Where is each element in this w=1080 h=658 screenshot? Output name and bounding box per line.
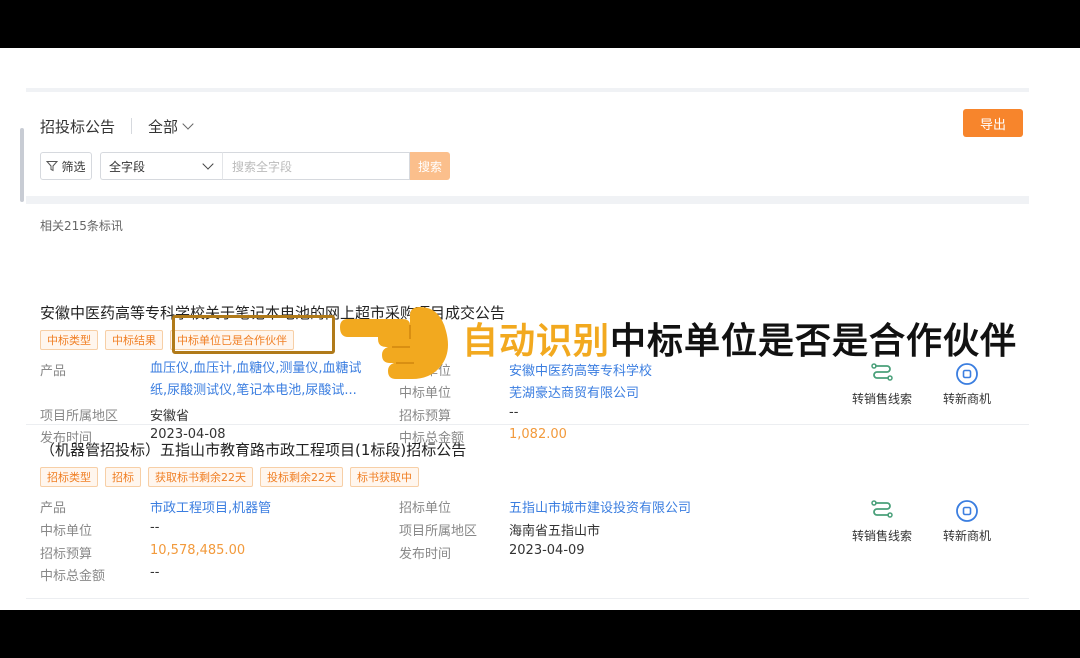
section-divider <box>26 196 1029 204</box>
page-title: 招投标公告 <box>40 117 116 136</box>
to-sales-lead-button[interactable]: 转销售线索 <box>852 499 912 544</box>
region-value: 海南省五指山市 <box>509 524 601 539</box>
publish-value: 2023-04-09 <box>509 543 585 558</box>
region-label: 项目所属地区 <box>399 524 478 539</box>
screen: 招投标公告 全部 导出 筛选 全字段 搜索全字段 搜索 相关215条标讯 安徽中… <box>0 48 1080 610</box>
lead-flow-icon <box>871 500 893 518</box>
region-label: 项目所属地区 <box>40 409 119 424</box>
to-opportunity-label: 转新商机 <box>943 392 992 406</box>
overlay-caption: 自动识别中标单位是否是合作伙伴 <box>462 312 1017 364</box>
tender-item-partial <box>26 598 1029 599</box>
tag: 标书获取中 <box>350 467 419 487</box>
tag: 招标类型 <box>40 467 98 487</box>
highlight-frame <box>172 315 335 354</box>
opportunity-icon <box>956 363 978 385</box>
caption-highlight: 自动识别 <box>462 321 611 362</box>
tender-item: （机器管招投标）五指山市教育路市政工程项目(1标段)招标公告 招标类型 招标 获… <box>26 424 1029 584</box>
amount-value: -- <box>150 565 160 580</box>
publish-label: 发布时间 <box>399 547 452 562</box>
region-value: 安徽省 <box>150 409 190 424</box>
scope-dropdown[interactable]: 全部 <box>148 116 194 137</box>
tag: 招标 <box>105 467 141 487</box>
chevron-down-icon <box>182 118 194 130</box>
filter-label: 筛选 <box>61 159 86 174</box>
search-button[interactable]: 搜索 <box>410 152 450 180</box>
budget-label: 招标预算 <box>399 409 452 424</box>
winner-value[interactable]: 芜湖豪达商贸有限公司 <box>509 382 639 401</box>
field-select[interactable]: 全字段 <box>100 152 222 180</box>
pointing-hand-icon <box>340 307 448 379</box>
sidebar-scroll-edge <box>20 128 24 202</box>
header-divider <box>131 118 133 134</box>
tag: 获取标书剩余22天 <box>148 467 253 487</box>
scope-label: 全部 <box>148 117 179 136</box>
result-count: 相关215条标讯 <box>40 219 123 233</box>
filter-bar: 筛选 全字段 搜索全字段 搜索 <box>40 152 450 180</box>
winner-label: 中标单位 <box>399 386 452 401</box>
lead-flow-icon <box>871 363 893 381</box>
product-line[interactable]: 纸,尿酸测试仪,笔记本电池,尿酸试... <box>150 380 378 402</box>
tag-list: 招标类型 招标 获取标书剩余22天 投标剩余22天 标书获取中 <box>40 467 419 487</box>
tag: 中标结果 <box>105 330 163 350</box>
tag: 中标类型 <box>40 330 98 350</box>
product-value[interactable]: 市政工程项目,机器管 <box>150 497 271 516</box>
to-opportunity-label: 转新商机 <box>943 529 992 543</box>
tenderer-value[interactable]: 五指山市城市建设投资有限公司 <box>509 497 691 516</box>
export-button[interactable]: 导出 <box>963 109 1023 137</box>
budget-label: 招标预算 <box>40 547 93 562</box>
tenderer-label: 招标单位 <box>399 501 452 516</box>
amount-label: 中标总金额 <box>40 569 106 584</box>
amount-value: 1,082.00 <box>509 427 567 442</box>
tag: 投标剩余22天 <box>260 467 343 487</box>
product-label: 产品 <box>40 501 67 516</box>
filter-icon <box>46 161 59 172</box>
budget-value: -- <box>509 405 519 420</box>
product-label: 产品 <box>40 364 67 379</box>
to-opportunity-button[interactable]: 转新商机 <box>943 499 991 544</box>
filter-button[interactable]: 筛选 <box>40 152 92 180</box>
caption-rest: 中标单位是否是合作伙伴 <box>610 321 1018 362</box>
to-sales-lead-label: 转销售线索 <box>852 392 913 406</box>
winner-label: 中标单位 <box>40 524 93 539</box>
search-input[interactable]: 搜索全字段 <box>222 152 410 180</box>
to-sales-lead-button[interactable]: 转销售线索 <box>852 362 912 407</box>
winner-value: -- <box>150 520 160 535</box>
to-sales-lead-label: 转销售线索 <box>852 529 913 543</box>
budget-value: 10,578,485.00 <box>150 543 246 558</box>
opportunity-icon <box>956 500 978 522</box>
field-select-value: 全字段 <box>109 159 146 174</box>
chevron-down-icon <box>202 158 214 170</box>
tender-title-link[interactable]: （机器管招投标）五指山市教育路市政工程项目(1标段)招标公告 <box>40 439 466 460</box>
panel-header: 招投标公告 全部 <box>40 114 194 138</box>
to-opportunity-button[interactable]: 转新商机 <box>943 362 991 407</box>
